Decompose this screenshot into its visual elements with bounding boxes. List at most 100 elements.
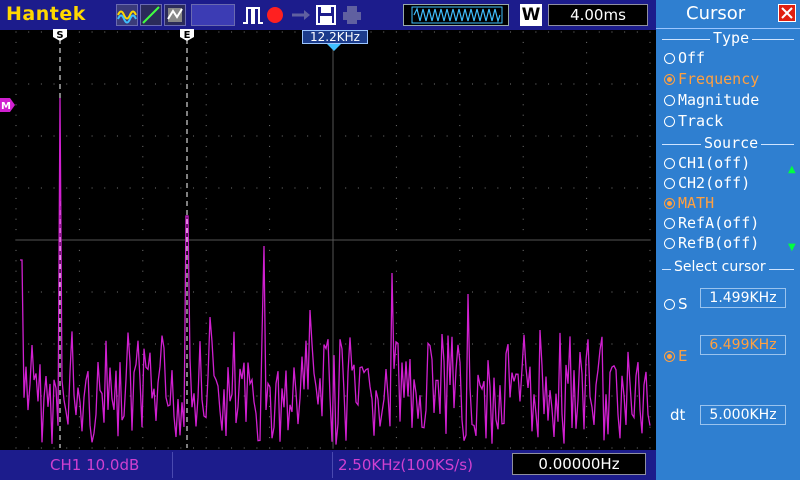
grid-dot: [459, 301, 461, 303]
ch1-scale-readout[interactable]: CH1 10.0dB: [50, 456, 139, 474]
record-icon[interactable]: [267, 7, 283, 23]
type-option-track[interactable]: Track: [664, 112, 723, 130]
grid-dot: [459, 62, 461, 64]
cursor-e-select[interactable]: E: [664, 347, 687, 365]
grid-dot: [78, 416, 80, 418]
trigger-pulse-icon[interactable]: [241, 4, 265, 26]
source-option-refa[interactable]: RefA(off): [664, 214, 759, 232]
grid-dot: [269, 156, 271, 158]
radio-icon: [664, 116, 675, 127]
grid-dot: [459, 229, 461, 231]
grid-dot: [548, 135, 550, 137]
grid-dot: [154, 83, 156, 85]
cursor-s-value[interactable]: 1.499KHz: [700, 288, 786, 308]
grid-dot: [28, 187, 30, 189]
cursor-s-select[interactable]: S: [664, 295, 688, 313]
grid-dot: [231, 343, 233, 345]
grid-dot: [522, 93, 524, 95]
cursor-center-readout: 12.2KHz: [302, 30, 368, 44]
grid-dot: [78, 125, 80, 127]
grid-dot: [269, 31, 271, 33]
print-icon[interactable]: [341, 4, 363, 26]
grid-dot: [636, 447, 638, 449]
grid-dot: [649, 41, 651, 43]
grid-dot: [78, 62, 80, 64]
type-option-off[interactable]: Off: [664, 49, 705, 67]
math-channel-marker[interactable]: M: [0, 98, 16, 112]
grid-dot: [522, 114, 524, 116]
grid-dot: [154, 187, 156, 189]
grid-dot: [15, 83, 17, 85]
grid-dot: [395, 145, 397, 147]
close-button[interactable]: [778, 4, 796, 22]
grid-dot: [459, 291, 461, 293]
scroll-up-icon[interactable]: ▲: [788, 164, 796, 175]
grid-dot: [142, 333, 144, 335]
grid-dot: [522, 145, 524, 147]
cursor-s-marker[interactable]: S: [52, 28, 68, 42]
waveform-mode-icon[interactable]: [116, 4, 138, 26]
grid-dot: [586, 145, 588, 147]
grid-dot: [78, 41, 80, 43]
grid-dot: [395, 260, 397, 262]
grid-dot: [408, 31, 410, 33]
grid-dot: [15, 135, 17, 137]
grid-dot: [586, 385, 588, 387]
grid-dot: [586, 135, 588, 137]
grid-dot: [281, 291, 283, 293]
grid-dot: [649, 208, 651, 210]
grid-dot: [573, 83, 575, 85]
grid-dot: [28, 343, 30, 345]
grid-dot: [142, 156, 144, 158]
window-mode-indicator[interactable]: W: [520, 4, 542, 26]
sample-rate-readout[interactable]: 2.50KHz(100KS/s): [338, 456, 473, 474]
grid-dot: [345, 447, 347, 449]
grid-dot: [256, 447, 258, 449]
source-option-math[interactable]: MATH: [664, 194, 714, 212]
grid-dot: [522, 249, 524, 251]
grid-dot: [522, 156, 524, 158]
save-icon[interactable]: [315, 4, 337, 26]
source-option-refb[interactable]: RefB(off): [664, 234, 759, 252]
cursor-e-marker[interactable]: E: [179, 28, 195, 42]
grid-dot: [91, 447, 93, 449]
grid-dot: [586, 31, 588, 33]
grid-dot: [395, 281, 397, 283]
grid-dot: [66, 447, 68, 449]
grid-dot: [269, 197, 271, 199]
type-option-frequency[interactable]: Frequency: [664, 70, 759, 88]
panel-header: Cursor: [656, 0, 800, 29]
grid-dot: [231, 187, 233, 189]
grid-dot: [446, 187, 448, 189]
arrow-icon[interactable]: [289, 4, 313, 26]
grid-dot: [433, 291, 435, 293]
grid-dot: [53, 343, 55, 345]
grid-dot: [256, 83, 258, 85]
source-option-ch1[interactable]: CH1(off): [664, 154, 750, 172]
persist-mode-icon[interactable]: [164, 4, 186, 26]
select-cursor-section-title: Select cursor: [671, 259, 769, 275]
grid-dot: [15, 281, 17, 283]
source-option-ch2[interactable]: CH2(off): [664, 174, 750, 192]
grid-dot: [307, 291, 309, 293]
grid-dot: [307, 447, 309, 449]
grid-dot: [269, 73, 271, 75]
scroll-down-icon[interactable]: ▼: [788, 242, 796, 253]
grid-dot: [522, 229, 524, 231]
grid-dot: [560, 31, 562, 33]
grid-dot: [78, 177, 80, 179]
grid-dot: [395, 374, 397, 376]
grid-dot: [142, 83, 144, 85]
cursor-e-value[interactable]: 6.499KHz: [700, 335, 786, 355]
grid-dot: [548, 187, 550, 189]
grid-dot: [649, 364, 651, 366]
grid-dot: [395, 364, 397, 366]
grid-dot: [205, 312, 207, 314]
ramp-mode-icon[interactable]: [140, 4, 162, 26]
type-option-magnitude[interactable]: Magnitude: [664, 91, 759, 109]
grid-dot: [649, 218, 651, 220]
grid-dot: [370, 291, 372, 293]
timebase-window-icon[interactable]: [403, 4, 509, 26]
grid-dot: [548, 31, 550, 33]
grid-dot: [256, 31, 258, 33]
